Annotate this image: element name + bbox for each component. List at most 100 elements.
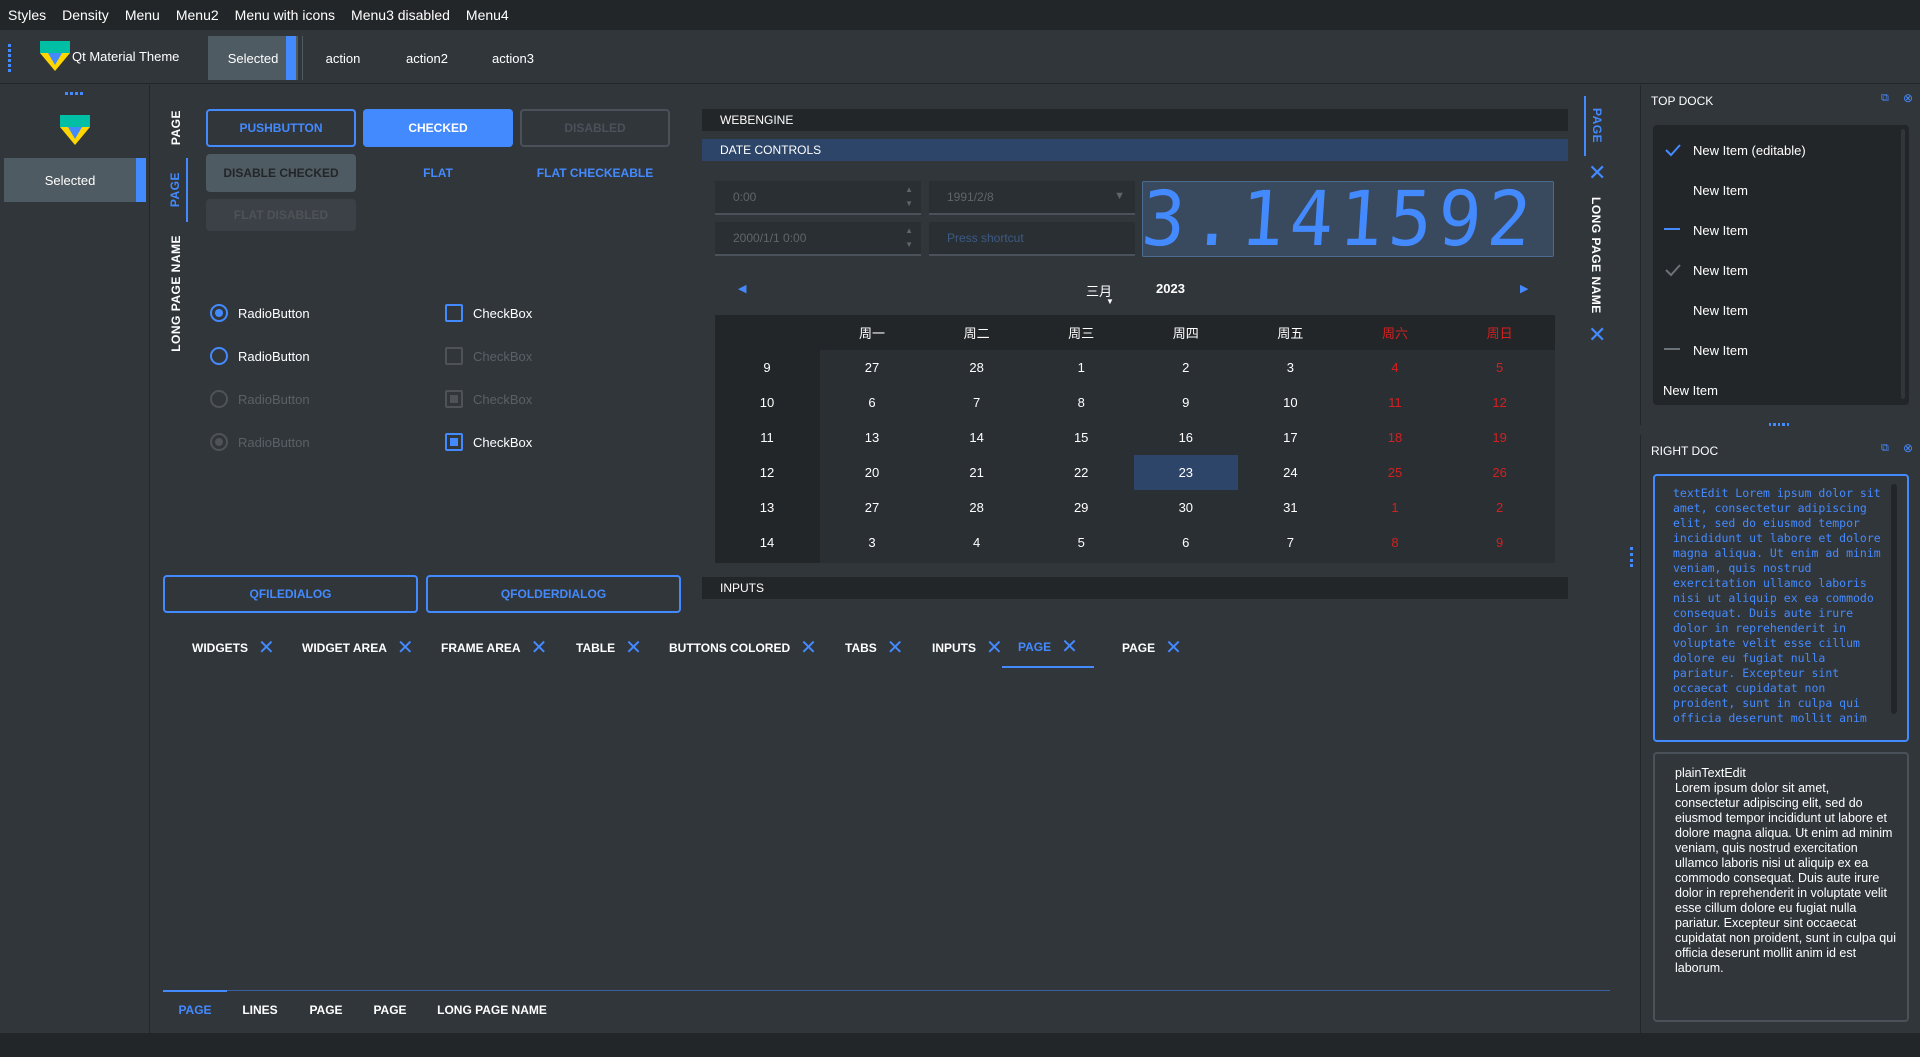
- dock-resize-handle[interactable]: [1769, 423, 1790, 426]
- calendar-day[interactable]: 22: [1029, 455, 1133, 490]
- tab-buttons-colored[interactable]: BUTTONS COLORED ✕: [669, 628, 817, 668]
- calendar-day[interactable]: 13: [820, 420, 924, 455]
- calendar-day[interactable]: 3: [1238, 350, 1342, 385]
- calendar-day[interactable]: 8: [1029, 385, 1133, 420]
- tab-close-icon[interactable]: ✕: [258, 638, 275, 658]
- tab-close-icon[interactable]: ✕: [625, 638, 642, 658]
- close-icon[interactable]: ✕: [1588, 322, 1606, 348]
- calendar-day[interactable]: 21: [925, 455, 1029, 490]
- tab-close-icon[interactable]: ✕: [1061, 637, 1078, 657]
- dock-float-icon[interactable]: ⧉: [1881, 92, 1889, 105]
- menu-menu[interactable]: Menu: [125, 7, 160, 23]
- date-controls-section-header[interactable]: DATE CONTROLS: [702, 139, 1568, 161]
- calendar-day[interactable]: 29: [1029, 490, 1133, 525]
- checked-button[interactable]: CHECKED: [363, 109, 513, 147]
- text-edit-scrollbar[interactable]: [1891, 484, 1897, 714]
- key-sequence-edit[interactable]: Press shortcut: [929, 222, 1135, 256]
- toolbar-selected-button[interactable]: Selected: [208, 36, 298, 80]
- list-scrollbar[interactable]: [1901, 129, 1905, 399]
- qfolderdialog-button[interactable]: QFOLDERDIALOG: [426, 575, 681, 613]
- radio-button[interactable]: [210, 347, 228, 365]
- qfiledialog-button[interactable]: QFILEDIALOG: [163, 575, 418, 613]
- calendar-day[interactable]: 11: [1343, 385, 1447, 420]
- menu-styles[interactable]: Styles: [8, 7, 46, 23]
- bottom-tab-page[interactable]: PAGE: [358, 992, 422, 1028]
- tab-close-icon[interactable]: ✕: [887, 638, 904, 658]
- radio-row-1[interactable]: RadioButton: [210, 304, 310, 322]
- radio-button-checked[interactable]: [210, 304, 228, 322]
- pushbutton[interactable]: PUSHBUTTON: [206, 109, 356, 147]
- calendar-next-month-icon[interactable]: ▶: [1520, 282, 1528, 295]
- tab-close-icon[interactable]: ✕: [397, 638, 414, 658]
- calendar-day[interactable]: 5: [1448, 350, 1552, 385]
- calendar-day[interactable]: 27: [820, 350, 924, 385]
- list-item[interactable]: New Item (editable): [1653, 130, 1897, 170]
- calendar-day[interactable]: 5: [1029, 525, 1133, 560]
- toolbar-action2[interactable]: action2: [392, 36, 462, 80]
- calendar-day[interactable]: 24: [1238, 455, 1342, 490]
- calendar-day[interactable]: 3: [820, 525, 924, 560]
- calendar-day[interactable]: 6: [1134, 525, 1238, 560]
- calendar-year-selector[interactable]: 2023: [1156, 281, 1185, 296]
- calendar-day[interactable]: 17: [1238, 420, 1342, 455]
- flat-button[interactable]: FLAT: [363, 154, 513, 192]
- datetime-edit[interactable]: 2000/1/1 0:00 ▲ ▼: [715, 222, 921, 256]
- calendar-day[interactable]: 28: [925, 350, 1029, 385]
- tab-frame-area[interactable]: FRAME AREA ✕: [441, 628, 547, 668]
- dock-close-icon[interactable]: ⊗: [1903, 441, 1913, 455]
- tab-close-icon[interactable]: ✕: [800, 638, 817, 658]
- calendar-day[interactable]: 7: [925, 385, 1029, 420]
- calendar-day[interactable]: 1: [1343, 490, 1447, 525]
- menu-menu2[interactable]: Menu2: [176, 7, 219, 23]
- calendar-prev-month-icon[interactable]: ◀: [738, 282, 746, 295]
- calendar-day[interactable]: 2: [1448, 490, 1552, 525]
- menu-menu4[interactable]: Menu4: [466, 7, 509, 23]
- calendar-day[interactable]: 27: [820, 490, 924, 525]
- calendar-day[interactable]: 6: [820, 385, 924, 420]
- calendar-day[interactable]: 10: [1238, 385, 1342, 420]
- text-edit[interactable]: textEdit Lorem ipsum dolor sit amet, con…: [1653, 474, 1909, 742]
- checkbox[interactable]: [445, 304, 463, 322]
- calendar-day[interactable]: 8: [1343, 525, 1447, 560]
- calendar-day[interactable]: 15: [1029, 420, 1133, 455]
- checkbox-row-1[interactable]: CheckBox: [445, 304, 532, 322]
- flat-checkeable-button[interactable]: FLAT CHECKEABLE: [520, 154, 670, 192]
- calendar-day[interactable]: 14: [925, 420, 1029, 455]
- time-edit[interactable]: 0:00 ▲ ▼: [715, 181, 921, 215]
- tab-table[interactable]: TABLE ✕: [576, 628, 642, 668]
- dropdown-arrow-icon[interactable]: ▼: [1114, 190, 1125, 202]
- calendar-day[interactable]: 1: [1029, 350, 1133, 385]
- calendar-day[interactable]: 20: [820, 455, 924, 490]
- right-vtab-long-page-name[interactable]: LONG PAGE NAME: [1584, 196, 1608, 314]
- calendar-day[interactable]: 18: [1343, 420, 1447, 455]
- left-dock-grip[interactable]: [65, 92, 85, 96]
- list-item[interactable]: New Item: [1653, 250, 1897, 290]
- calendar-day-selected[interactable]: 23: [1133, 455, 1238, 490]
- spin-arrows-icon[interactable]: ▲ ▼: [905, 224, 913, 252]
- calendar-day[interactable]: 19: [1448, 420, 1552, 455]
- vtab-page-2-active[interactable]: PAGE: [164, 158, 188, 222]
- tab-inputs[interactable]: INPUTS ✕: [932, 628, 1003, 668]
- calendar-day[interactable]: 2: [1134, 350, 1238, 385]
- bottom-tab-page[interactable]: PAGE: [296, 992, 356, 1028]
- list-item[interactable]: New Item: [1653, 210, 1897, 250]
- bottom-tab-lines[interactable]: LINES: [232, 992, 288, 1028]
- radio-row-2[interactable]: RadioButton: [210, 347, 310, 365]
- left-dock-selected-button[interactable]: Selected: [4, 158, 136, 202]
- dock-float-icon[interactable]: ⧉: [1881, 442, 1889, 455]
- dock-splitter-handle[interactable]: [1630, 547, 1633, 567]
- calendar-day[interactable]: 25: [1343, 455, 1447, 490]
- tab-widgets[interactable]: WIDGETS ✕: [192, 628, 275, 668]
- calendar-day[interactable]: 16: [1134, 420, 1238, 455]
- plain-text-edit[interactable]: plainTextEdit Lorem ipsum dolor sit amet…: [1653, 752, 1909, 1022]
- toolbar-action3[interactable]: action3: [478, 36, 548, 80]
- toolbar-grip-handle[interactable]: [8, 44, 12, 72]
- calendar-day[interactable]: 4: [1343, 350, 1447, 385]
- vtab-long-page-name[interactable]: LONG PAGE NAME: [164, 228, 188, 358]
- tab-close-icon[interactable]: ✕: [531, 638, 548, 658]
- calendar-month-dropdown-icon[interactable]: ▼: [1106, 297, 1114, 306]
- menu-density[interactable]: Density: [62, 7, 109, 23]
- tab-page[interactable]: PAGE ✕: [1002, 628, 1094, 668]
- date-edit[interactable]: 1991/2/8 ▼: [929, 181, 1135, 215]
- dock-close-icon[interactable]: ⊗: [1903, 91, 1913, 105]
